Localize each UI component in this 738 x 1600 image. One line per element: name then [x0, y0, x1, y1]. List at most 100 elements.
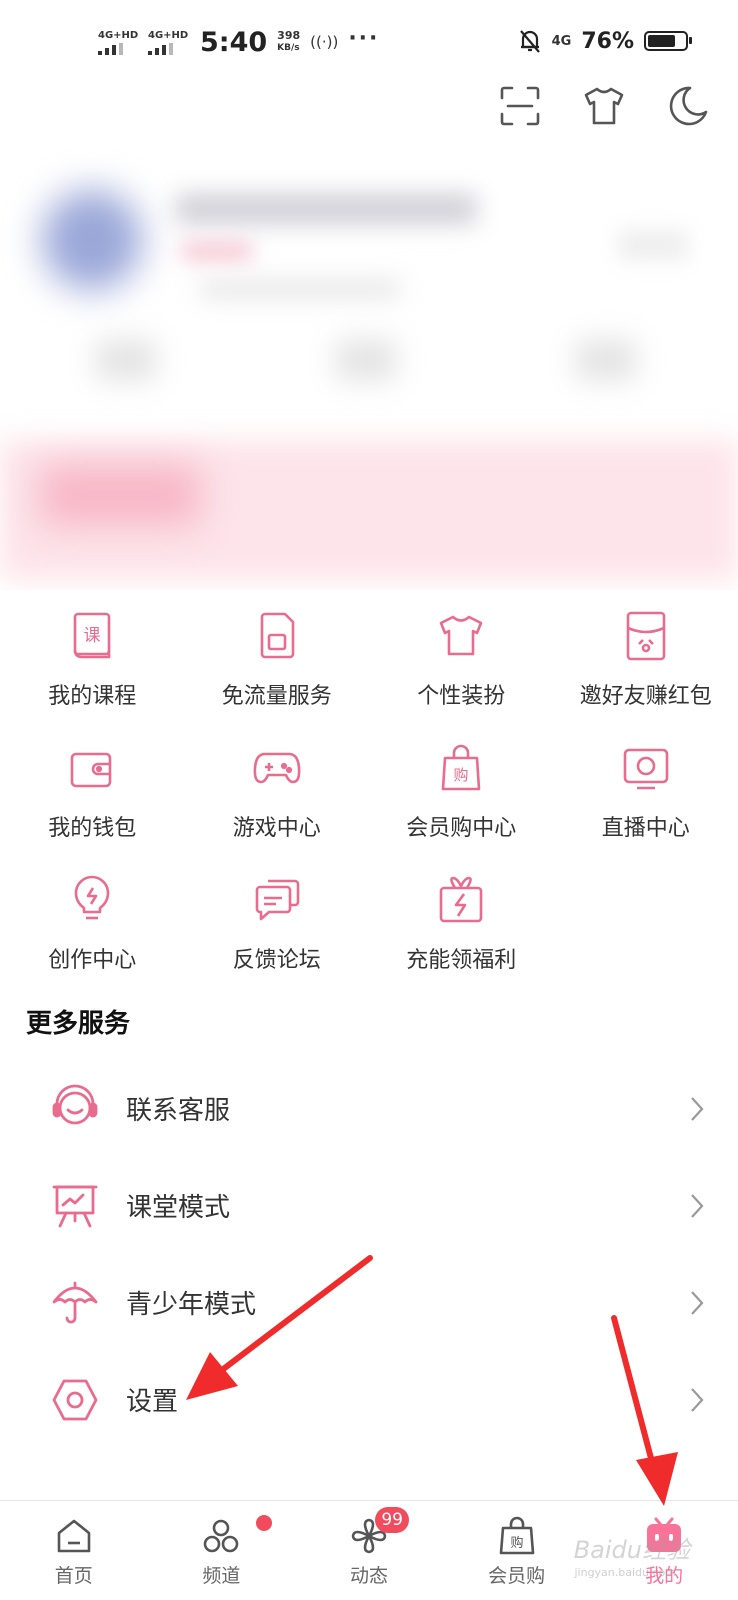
grid-item-creation-center[interactable]: 创作中心	[0, 874, 185, 974]
course-book-icon: 课	[66, 610, 118, 662]
chat-bubbles-icon	[251, 874, 303, 926]
status-bar: 4G+HD 4G+HD 5:40 398 KB/s ((·)) ··· 4G 7…	[0, 0, 738, 80]
wallet-icon	[66, 742, 118, 794]
clock: 5:40	[200, 26, 268, 58]
nav-label: 频道	[202, 1565, 241, 1587]
grid-item-label: 免流量服务	[221, 684, 332, 709]
chevron-right-icon	[688, 1288, 706, 1318]
network-type: 4G	[551, 33, 572, 49]
sim2-signal: 4G+HD	[148, 30, 188, 55]
avatar[interactable]	[42, 190, 142, 290]
service-label: 联系客服	[126, 1096, 231, 1126]
grid-item-member-shop[interactable]: 购 会员购中心	[369, 742, 554, 842]
umbrella-icon	[50, 1278, 100, 1328]
grid-item-feedback-forum[interactable]: 反馈论坛	[185, 874, 370, 974]
channel-icon	[200, 1515, 242, 1557]
sim-card-icon	[251, 610, 303, 662]
mute-bell-icon	[518, 28, 542, 54]
space-button-blurred[interactable]	[618, 230, 688, 260]
grid-item-my-course[interactable]: 课 我的课程	[0, 610, 185, 710]
vip-banner-label-blurred	[40, 465, 200, 525]
speed-unit: KB/s	[277, 43, 300, 53]
service-label: 课堂模式	[126, 1193, 231, 1223]
lightbulb-icon	[66, 874, 118, 926]
svg-text:购: 购	[454, 766, 469, 784]
grid-item-free-data[interactable]: 免流量服务	[185, 610, 370, 710]
grid-item-label: 直播中心	[601, 816, 690, 841]
scan-icon[interactable]	[498, 84, 542, 128]
nav-label: 首页	[54, 1565, 93, 1587]
svg-text:课: 课	[84, 626, 101, 646]
grid-item-charge-benefits[interactable]: 充能领福利	[369, 874, 554, 974]
network-speed: 398 KB/s	[277, 30, 300, 54]
vip-badge-blurred	[182, 242, 252, 260]
more-services-title: 更多服务	[26, 1009, 131, 1039]
signal-bars-icon	[148, 42, 173, 55]
grid-item-label: 会员购中心	[406, 816, 517, 841]
tshirt-icon	[435, 610, 487, 662]
grid-item-label: 我的课程	[48, 684, 137, 709]
baidu-watermark-url: jingyan.baidu.com	[574, 1566, 676, 1579]
service-label: 青少年模式	[126, 1290, 257, 1320]
grid-item-label: 游戏中心	[232, 816, 321, 841]
grid-item-invite-friends[interactable]: 邀好友赚红包	[554, 610, 738, 710]
gift-box-icon	[435, 874, 487, 926]
service-row-teen-mode[interactable]: 青少年模式	[0, 1254, 738, 1351]
nav-label: 动态	[349, 1565, 388, 1587]
chevron-right-icon	[688, 1191, 706, 1221]
svg-text:购: 购	[510, 1535, 523, 1551]
grid-item-label: 邀好友赚红包	[579, 684, 712, 709]
battery-percent: 76%	[581, 28, 634, 54]
shopping-bag-icon: 购	[496, 1515, 538, 1557]
stat-blurred[interactable]	[96, 340, 156, 380]
grid-item-live-center[interactable]: 直播中心	[554, 742, 738, 842]
service-row-customer-service[interactable]: 联系客服	[0, 1060, 738, 1157]
profile-info-blurred	[200, 280, 400, 298]
nav-home[interactable]: 首页	[0, 1501, 148, 1600]
grid-item-label: 创作中心	[48, 948, 137, 973]
nav-channel[interactable]: 频道	[148, 1501, 296, 1600]
sim1-label: 4G+HD	[98, 29, 139, 41]
battery-icon	[644, 31, 692, 51]
grid-item-label: 我的钱包	[48, 816, 137, 841]
nav-dynamic[interactable]: 99 动态	[295, 1501, 443, 1600]
service-label: 设置	[126, 1387, 179, 1417]
more-notifications-icon: ···	[348, 25, 380, 51]
headset-icon	[50, 1084, 100, 1134]
stat-blurred[interactable]	[576, 340, 636, 380]
nfc-icon: ((·))	[310, 33, 339, 51]
home-icon	[53, 1515, 95, 1557]
speed-value: 398	[277, 29, 301, 42]
nav-member-shop[interactable]: 购 会员购	[443, 1501, 591, 1600]
grid-item-game-center[interactable]: 游戏中心	[185, 742, 370, 842]
sim1-signal: 4G+HD	[98, 30, 138, 55]
grid-item-personal-dress[interactable]: 个性装扮	[369, 610, 554, 710]
baidu-watermark: Baidu经验	[573, 1536, 690, 1564]
service-row-settings[interactable]: 设置	[0, 1351, 738, 1448]
grid-item-label: 充能领福利	[406, 948, 517, 973]
count-badge: 99	[375, 1507, 410, 1533]
grid-item-label: 反馈论坛	[232, 948, 321, 973]
moon-icon[interactable]	[666, 84, 710, 128]
settings-hex-icon	[50, 1375, 100, 1425]
username-blurred	[176, 194, 476, 224]
tv-icon	[620, 742, 672, 794]
grid-item-wallet[interactable]: 我的钱包	[0, 742, 185, 842]
nav-label: 会员购	[488, 1565, 546, 1587]
top-actions	[498, 84, 710, 128]
grid-item-label: 个性装扮	[417, 684, 506, 709]
shirt-icon[interactable]	[582, 84, 626, 128]
gamepad-icon	[251, 742, 303, 794]
notification-dot	[255, 1515, 272, 1531]
red-envelope-icon	[620, 610, 672, 662]
more-services-list: 联系客服 课堂模式 青少年模式 设置	[0, 1060, 738, 1448]
shopping-bag-icon: 购	[435, 742, 487, 794]
signal-bars-icon	[98, 42, 123, 55]
classroom-board-icon	[50, 1181, 100, 1231]
service-row-classroom-mode[interactable]: 课堂模式	[0, 1157, 738, 1254]
service-grid: 课 我的课程 免流量服务 个性装扮 邀好友赚红包 我的钱包 游戏中心 购 会员购…	[0, 610, 738, 974]
chevron-right-icon	[688, 1094, 706, 1124]
sim2-label: 4G+HD	[148, 29, 189, 41]
stat-blurred[interactable]	[336, 340, 396, 380]
profile-area-blurred[interactable]	[0, 150, 738, 590]
